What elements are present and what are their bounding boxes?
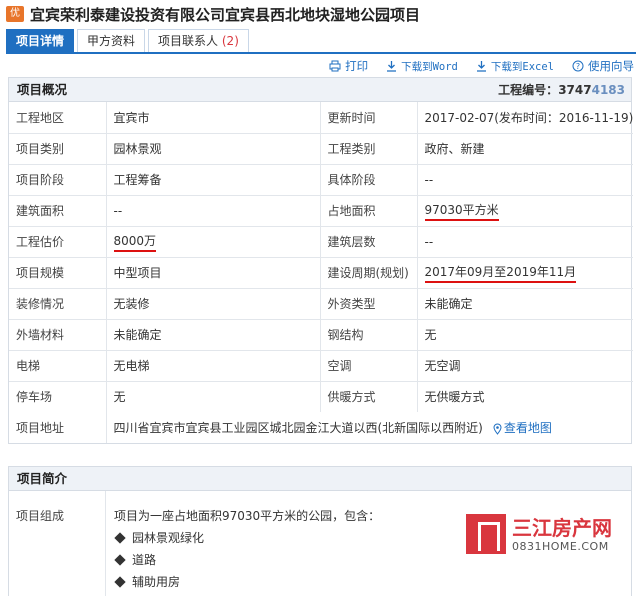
field-label: 建设周期(规划) — [320, 257, 418, 289]
field-value: 无电梯 — [106, 350, 321, 382]
table-row: 外墙材料 未能确定 钢结构无 — [9, 319, 633, 351]
intro-body: 项目为一座占地面积97030平方米的公园，包含： 园林景观绿化 道路 辅助用房 — [106, 491, 380, 596]
highlighted-value: 2017年09月至2019年11月 — [424, 263, 577, 283]
guide-button[interactable]: ? 使用向导 — [572, 58, 634, 74]
overview-table: 工程地区 宜宾市 更新时间 2017-02-07(发布时间：2016-11-19) 项目… — [9, 102, 633, 443]
download-excel-button[interactable]: 下载到Excel — [476, 59, 554, 74]
printer-icon — [329, 60, 341, 72]
field-label: 更新时间 — [320, 102, 418, 134]
view-map-link[interactable]: 查看地图 — [504, 421, 552, 435]
intro-heading: 项目简介 — [9, 467, 631, 491]
field-value: 无 — [106, 381, 321, 412]
table-row: 装修情况 无装修 外资类型 未能确定 — [9, 288, 633, 320]
tab-project-contacts[interactable]: 项目联系人 (2) — [148, 29, 249, 53]
field-label: 工程地区 — [9, 102, 107, 134]
field-label: 具体阶段 — [320, 164, 418, 196]
tab-underline — [6, 52, 636, 54]
field-label: 钢结构 — [320, 319, 418, 351]
table-row: 建筑面积 -- 占地面积 97030平方米 — [9, 195, 633, 227]
tab-project-details[interactable]: 项目详情 — [6, 29, 75, 53]
project-number-obscured: 4183 — [591, 83, 625, 97]
field-value: 2017年09月至2019年11月 — [417, 257, 633, 289]
download-icon — [476, 61, 486, 72]
field-label: 工程估价 — [9, 226, 107, 258]
field-value: 2017-02-07(发布时间：2016-11-19) — [417, 102, 633, 134]
field-value: 无空调 — [417, 350, 633, 382]
field-label: 工程类别 — [320, 133, 418, 165]
help-icon: ? — [572, 60, 584, 72]
field-label: 装修情况 — [9, 288, 107, 320]
table-row: 工程估价 8000万 建筑层数 -- — [9, 226, 633, 258]
list-item: 辅助用房 — [114, 571, 380, 593]
field-value: 园林景观 — [106, 133, 321, 165]
field-label: 项目类别 — [9, 133, 107, 165]
field-value: 无 — [417, 319, 633, 351]
watermark-name: 三江房产网 — [512, 515, 612, 540]
page-title: 宜宾荣利泰建设投资有限公司宜宾县西北地块湿地公园项目 — [30, 5, 421, 24]
field-label: 停车场 — [9, 381, 107, 412]
download-word-button[interactable]: 下载到Word — [386, 59, 458, 74]
list-item: 道路 — [114, 549, 380, 571]
field-label: 外资类型 — [320, 288, 418, 320]
svg-text:?: ? — [576, 62, 580, 71]
watermark-logo-icon — [466, 514, 506, 554]
intro-label: 项目组成 — [9, 491, 106, 596]
watermark-url: 0831HOME.COM — [512, 539, 609, 553]
table-row: 工程地区 宜宾市 更新时间 2017-02-07(发布时间：2016-11-19) — [9, 102, 633, 134]
field-value: 无装修 — [106, 288, 321, 320]
watermark: 三江房产网 0831HOME.COM — [466, 508, 616, 560]
field-label: 电梯 — [9, 350, 107, 382]
field-value: 工程筹备 — [106, 164, 321, 196]
field-value: 宜宾市 — [106, 102, 321, 134]
highlighted-value: 8000万 — [113, 232, 157, 252]
table-row: 项目阶段 工程筹备 具体阶段 -- — [9, 164, 633, 196]
table-row: 项目类别 园林景观 工程类别 政府、新建 — [9, 133, 633, 165]
overview-heading: 项目概况 工程编号：37474183 — [9, 78, 631, 102]
address-value: 四川省宜宾市宜宾县工业园区城北园金江大道以西(北新国际以西附近) 查看地图 — [113, 421, 552, 435]
tab-client-info[interactable]: 甲方资料 — [77, 29, 146, 53]
field-value: 中型项目 — [106, 257, 321, 289]
map-pin-icon — [493, 423, 502, 435]
field-value: 政府、新建 — [417, 133, 633, 165]
field-value: 无供暖方式 — [424, 390, 485, 405]
field-value: 97030平方米 — [417, 195, 633, 227]
field-label: 建筑层数 — [320, 226, 418, 258]
field-value: -- — [106, 195, 321, 227]
project-number: 工程编号：37474183 — [498, 83, 625, 97]
intro-summary: 项目为一座占地面积97030平方米的公园，包含： — [114, 509, 381, 523]
overview-panel: 项目概况 工程编号：37474183 工程地区 宜宾市 更新时间 2017-02-07… — [8, 77, 633, 444]
toolbar: 打印 下载到Word 下载到Excel ? 使用向导 — [311, 57, 634, 75]
contact-count: (2) — [221, 34, 239, 48]
field-value: 8000万 — [106, 226, 321, 258]
print-button[interactable]: 打印 — [329, 58, 368, 74]
table-row: 停车场无供暖方式 无供暖方式 — [9, 381, 633, 412]
diamond-bullet-icon — [114, 576, 126, 588]
field-value: 未能确定 — [417, 288, 633, 320]
field-label: 外墙材料 — [9, 319, 107, 351]
field-label: 项目规模 — [9, 257, 107, 289]
diamond-bullet-icon — [114, 532, 126, 544]
address-label: 项目地址 — [9, 412, 107, 443]
field-label: 项目阶段 — [9, 164, 107, 196]
diamond-bullet-icon — [114, 554, 126, 566]
premium-badge: 优 — [6, 6, 24, 22]
field-value: -- — [417, 164, 633, 196]
field-label: 供暖方式 — [320, 381, 418, 412]
address-row: 项目地址 四川省宜宾市宜宾县工业园区城北园金江大道以西(北新国际以西附近) 查看地… — [9, 412, 633, 443]
field-label: 占地面积 — [320, 195, 418, 227]
field-value: 未能确定 — [106, 319, 321, 351]
table-row: 项目规模 中型项目 建设周期(规划) 2017年09月至2019年11月 — [9, 257, 633, 289]
list-item: 园林景观绿化 — [114, 527, 380, 549]
title-bar: 优 宜宾荣利泰建设投资有限公司宜宾县西北地块湿地公园项目 — [0, 0, 640, 28]
field-label: 建筑面积 — [9, 195, 107, 227]
download-icon — [387, 61, 397, 72]
field-label: 空调 — [320, 350, 418, 382]
field-value: -- — [417, 226, 633, 258]
table-row: 电梯 无电梯 空调 无空调 — [9, 350, 633, 382]
highlighted-value: 97030平方米 — [424, 201, 499, 221]
tab-bar: 项目详情 甲方资料 项目联系人 (2) — [6, 29, 252, 53]
